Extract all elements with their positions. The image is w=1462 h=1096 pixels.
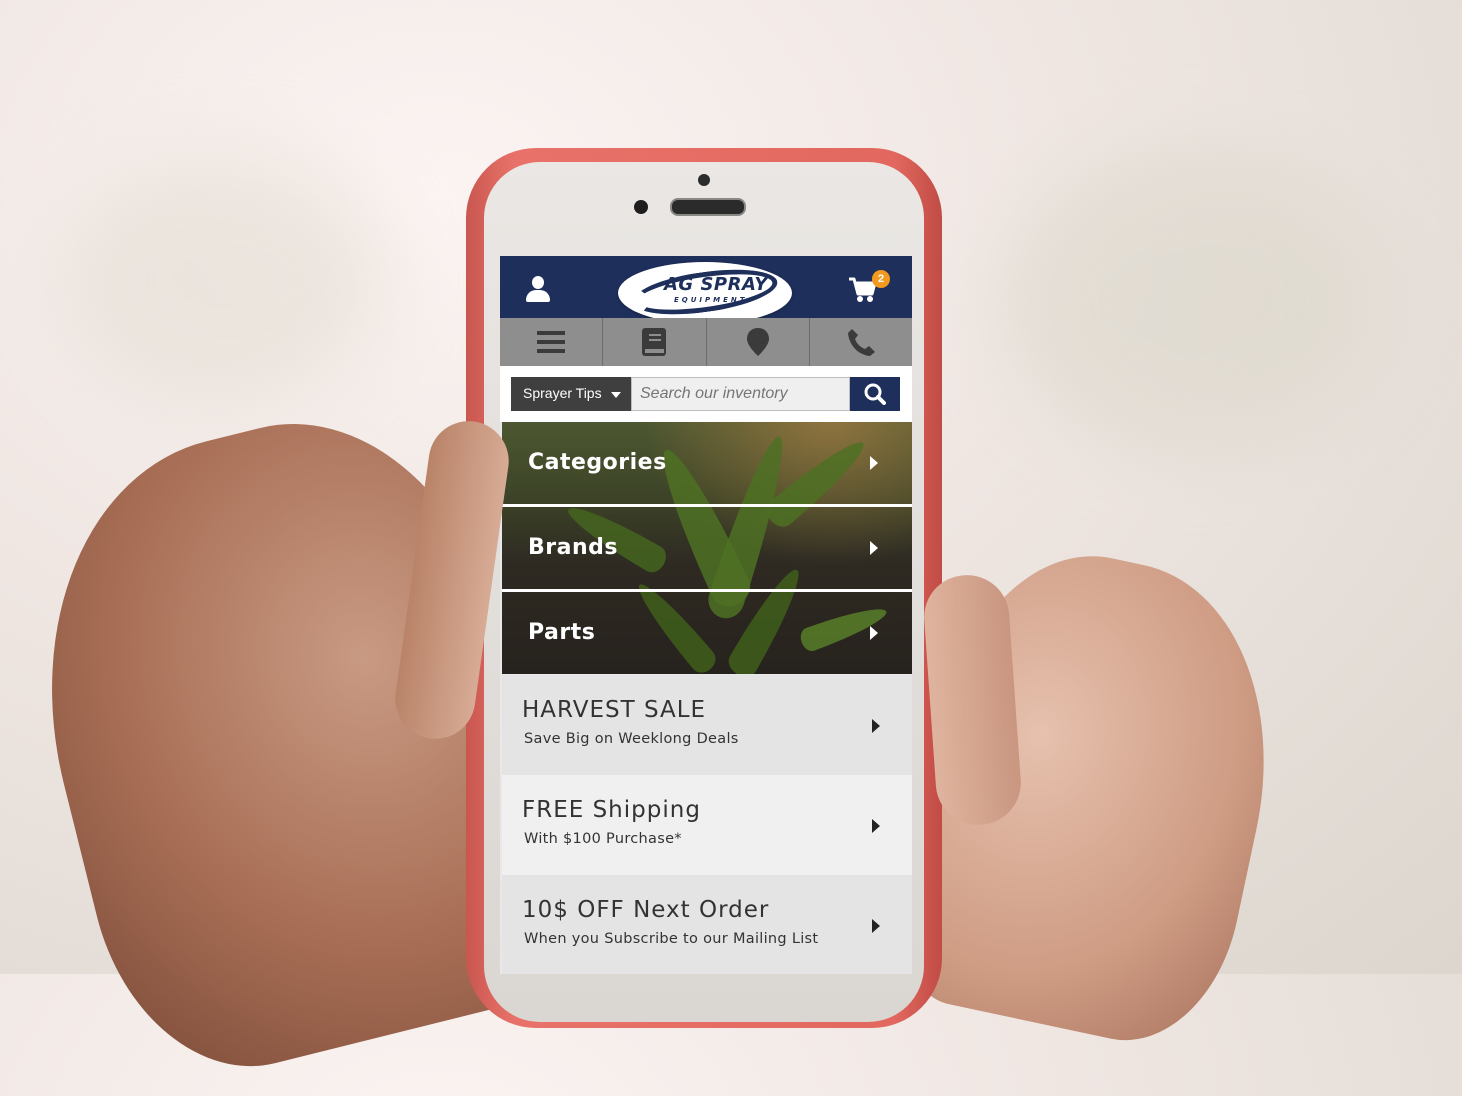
caret-right-icon xyxy=(870,541,878,555)
nav-item-label: Brands xyxy=(528,535,618,560)
promo-subtitle: Save Big on Weeklong Deals xyxy=(524,731,739,747)
menu-button[interactable] xyxy=(500,318,604,366)
right-thumb xyxy=(921,572,1024,828)
phone-icon xyxy=(847,329,875,356)
promo-subtitle: With $100 Purchase* xyxy=(524,831,682,847)
caret-right-icon xyxy=(872,819,880,833)
phone-screen: AG SPRAY EQUIPMENT 2 Sprayer Tips Search… xyxy=(500,256,912,974)
location-button[interactable] xyxy=(706,318,810,366)
nav-item-label: Categories xyxy=(528,450,667,475)
search-row: Sprayer Tips xyxy=(500,366,912,422)
background-blur xyxy=(1000,150,1380,450)
user-account-icon[interactable] xyxy=(526,276,550,302)
logo-text: AG SPRAY xyxy=(664,274,768,295)
caret-right-icon xyxy=(872,919,880,933)
promo-title: FREE Shipping xyxy=(522,797,701,823)
book-icon xyxy=(642,328,667,356)
nav-item-label: Parts xyxy=(528,620,596,645)
quick-nav-bar xyxy=(500,318,912,367)
earpiece-speaker xyxy=(670,198,746,216)
logo-subtext: EQUIPMENT xyxy=(674,296,748,304)
caret-right-icon xyxy=(870,456,878,470)
promo-title: 10$ OFF Next Order xyxy=(522,897,770,923)
front-sensor xyxy=(698,174,710,186)
menu-icon xyxy=(537,331,566,353)
search-icon xyxy=(864,383,886,405)
site-logo[interactable]: AG SPRAY EQUIPMENT xyxy=(618,262,792,324)
promo-harvest-sale[interactable]: HARVEST SALE Save Big on Weeklong Deals xyxy=(502,675,912,775)
background-blur xyxy=(60,150,390,410)
caret-right-icon xyxy=(870,626,878,640)
search-category-dropdown[interactable]: Sprayer Tips xyxy=(511,377,631,411)
caret-right-icon xyxy=(872,719,880,733)
call-button[interactable] xyxy=(809,318,912,366)
nav-item-brands[interactable]: Brands xyxy=(502,507,912,589)
cart-count-badge: 2 xyxy=(872,270,890,288)
search-button[interactable] xyxy=(850,377,900,411)
front-camera xyxy=(634,200,648,214)
search-input[interactable] xyxy=(631,377,850,411)
dropdown-label: Sprayer Tips xyxy=(523,385,602,401)
promo-free-shipping[interactable]: FREE Shipping With $100 Purchase* xyxy=(502,775,912,875)
catalog-button[interactable] xyxy=(603,318,707,366)
chevron-down-icon xyxy=(611,392,621,398)
promo-title: HARVEST SALE xyxy=(522,697,707,723)
map-pin-icon xyxy=(746,328,769,356)
nav-item-categories[interactable]: Categories xyxy=(502,422,912,504)
site-header: AG SPRAY EQUIPMENT 2 xyxy=(500,256,912,324)
promo-subtitle: When you Subscribe to our Mailing List xyxy=(524,931,819,947)
nav-item-parts[interactable]: Parts xyxy=(502,592,912,674)
promo-next-order[interactable]: 10$ OFF Next Order When you Subscribe to… xyxy=(502,875,912,974)
